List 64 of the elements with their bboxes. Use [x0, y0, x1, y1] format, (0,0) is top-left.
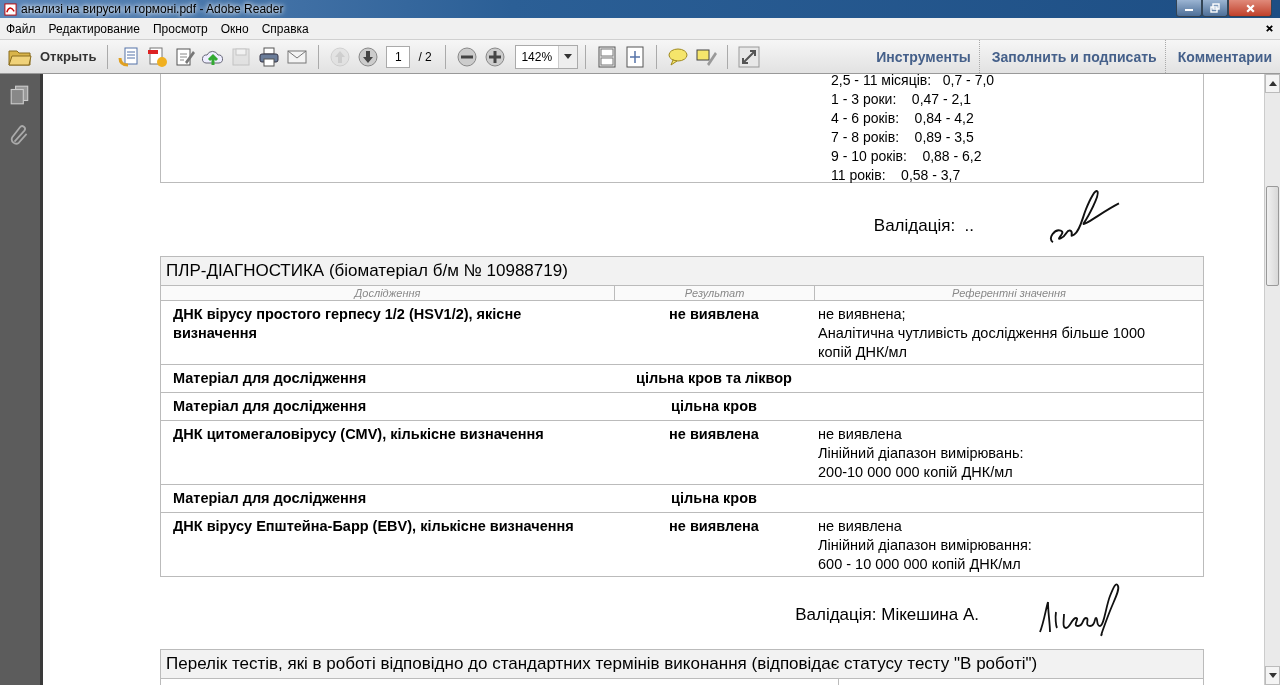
column-header: Дослідження [352, 286, 422, 300]
page-count: / 2 [418, 49, 432, 64]
material-label: Матеріал для дослідження [172, 397, 368, 416]
table-title: ПЛР-ДІАГНОСТИКА (біоматеріал б/м № 10988719) [161, 257, 1203, 286]
panel-button[interactable]: Комментарии [1164, 40, 1280, 73]
document-arrow-icon[interactable] [118, 45, 141, 68]
validation-label: Валідація: .. [873, 216, 974, 236]
reference-range: 4 - 6 років: 0,84 - 4,2 [831, 109, 975, 128]
menu-item[interactable]: Окно [220, 21, 249, 36]
material-label: Матеріал для дослідження [172, 369, 368, 388]
scroll-up-icon[interactable] [1268, 81, 1277, 86]
reference-value: не виявлена Лінійний діапазон вимірювання: 600 - 10 000 000 копій ДНК/мл [817, 517, 1033, 574]
zoom-dropdown[interactable]: 142% [514, 44, 578, 69]
window-title: анализі на вируси и гормоні.pdf - Adobe Reader [21, 2, 284, 16]
material-value: цільна кров [670, 489, 758, 508]
material-value: цільна кров [670, 397, 758, 416]
panel-button[interactable]: Инструменты [864, 40, 979, 73]
pages-icon[interactable] [9, 84, 31, 106]
validation-label: Валідація: Мікешина А. [795, 605, 979, 625]
fit-width-icon[interactable] [623, 45, 646, 68]
test-name: ДНК вірусу простого герпесу 1/2 (HSV1/2), якісне визначення [172, 305, 523, 343]
reference-range: 1 - 3 роки: 0,47 - 2,1 [831, 90, 973, 109]
reference-range: 11 років: 0,58 - 3,7 [831, 166, 962, 185]
test-name: ДНК цитомегаловірусу (CMV), кількісне визначення [172, 425, 545, 444]
menu-item[interactable]: Просмотр [152, 21, 208, 36]
next-page-icon[interactable] [357, 45, 380, 68]
menu-item[interactable]: Справка [261, 21, 309, 36]
pdf-icon [4, 2, 17, 16]
restore-button[interactable] [1202, 0, 1228, 17]
minimize-button[interactable] [1176, 0, 1202, 17]
print-icon[interactable] [258, 45, 281, 68]
panel-button[interactable]: Заполнить и подписать [978, 40, 1165, 73]
close-icon [1244, 2, 1256, 14]
close-icon[interactable] [1265, 24, 1274, 33]
fit-page-icon[interactable] [595, 45, 618, 68]
menu-item[interactable]: Редактирование [48, 21, 140, 36]
test-result: не виявлена [668, 517, 760, 536]
reference-range: 7 - 8 років: 0,89 - 3,5 [831, 128, 975, 147]
material-label: Матеріал для дослідження [172, 489, 368, 508]
menu-item[interactable]: Файл [6, 21, 36, 36]
zoom-out-icon[interactable] [455, 45, 478, 68]
scroll-down-icon[interactable] [1268, 673, 1277, 678]
scrollbar[interactable] [1264, 74, 1280, 685]
reference-value: не виявлена Лінійний діапазон вимірювань: 200-10 000 000 копій ДНК/мл [817, 425, 1025, 482]
test-name: ДНК вірусу Епштейна-Барр (EBV), кількісне визначення [172, 517, 575, 536]
test-result: не виявлена [668, 425, 760, 444]
reference-value: не виявнена; Аналітична чутливість дослідження більше 1000 копій ДНК/мл [817, 305, 1146, 362]
reference-range: 2,5 - 11 місяців: 0,7 - 7,0 [831, 74, 995, 90]
close-button[interactable] [1228, 0, 1272, 17]
open-button[interactable]: Открыть [8, 46, 101, 67]
comment-icon[interactable] [666, 45, 689, 68]
edit-document-icon[interactable] [174, 45, 197, 68]
caret-icon [563, 54, 572, 59]
reference-range: 9 - 10 років: 0,88 - 6,2 [831, 147, 983, 166]
test-result: не виявлена [668, 305, 760, 324]
restore-icon [1210, 3, 1220, 13]
column-header: Референтні значення [814, 286, 1203, 300]
expand-icon[interactable] [737, 45, 760, 68]
table-title: Перелік тестів, які в роботі відповідно до стандартних термінів виконання (відповідає статусу тесту "В роботі") [161, 650, 1203, 679]
zoom-in-icon[interactable] [483, 45, 506, 68]
material-value: цільна кров та ліквор [635, 369, 793, 388]
column-header: Результат [614, 286, 814, 300]
page-number-field[interactable]: 1 [386, 45, 411, 68]
scroll-thumb[interactable] [1266, 186, 1279, 286]
